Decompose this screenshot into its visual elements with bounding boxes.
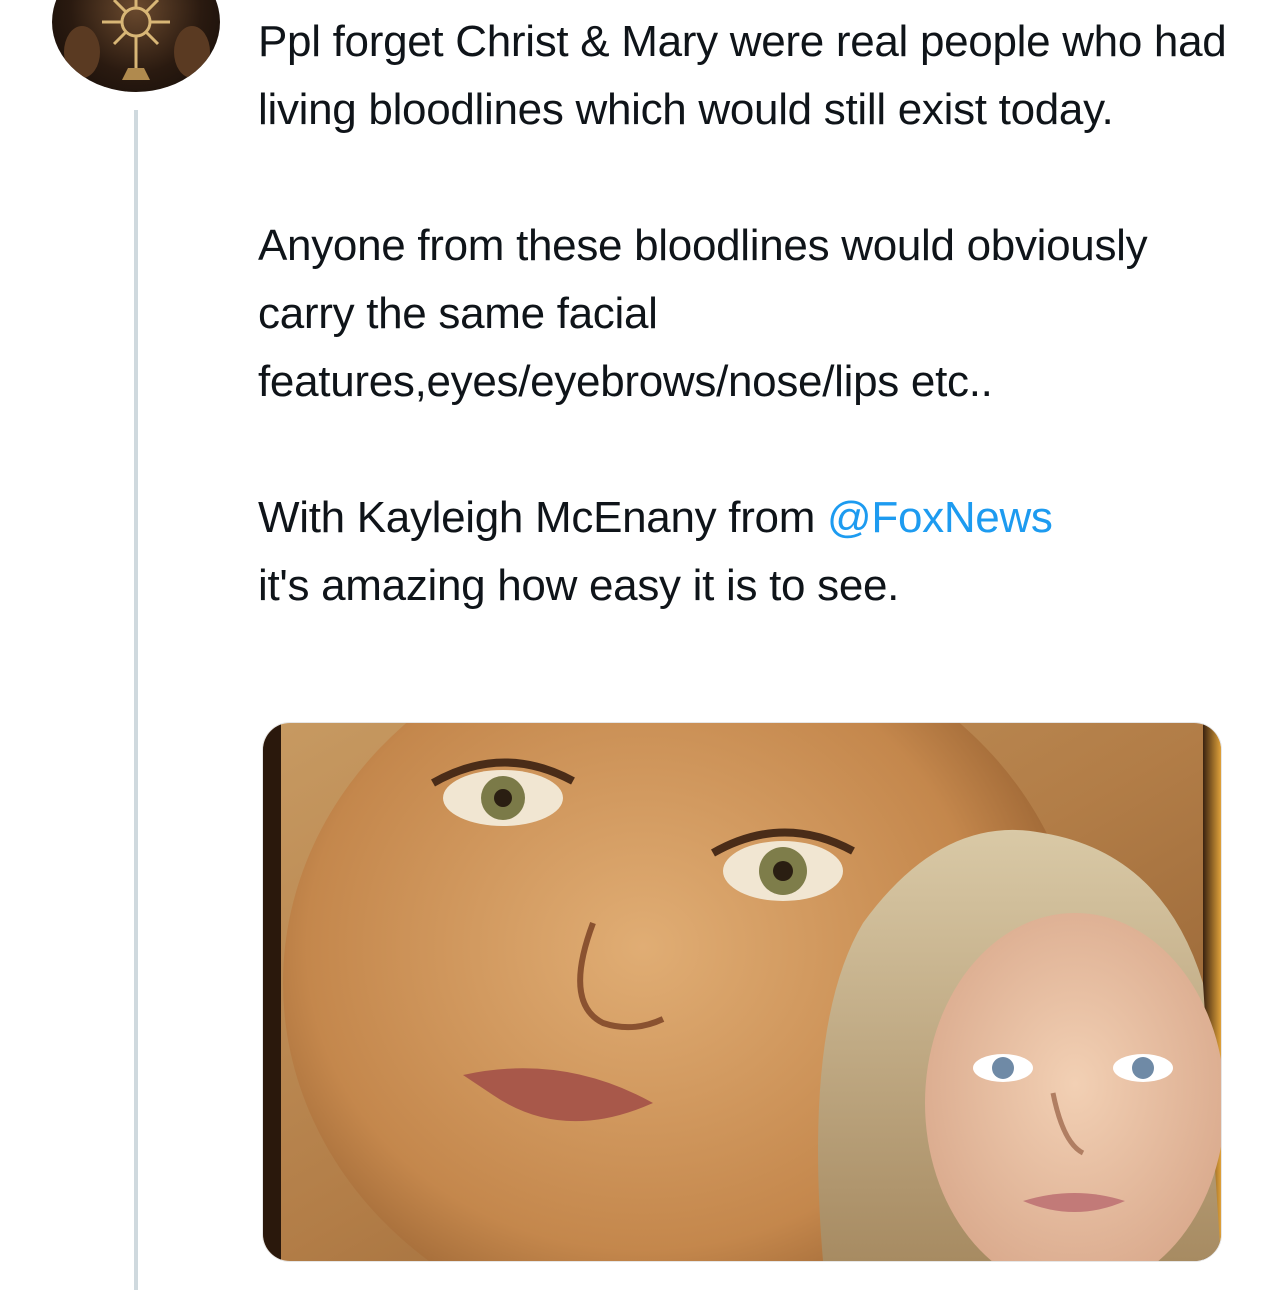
tweet-paragraph-3: With Kayleigh McEnany from @FoxNews it's … — [258, 484, 1238, 620]
tweet-paragraph-3-prefix: With Kayleigh McEnany from — [258, 493, 827, 542]
thread-connector-line — [134, 110, 138, 1290]
tweet-paragraph-1: Ppl forget Christ & Mary were real peopl… — [258, 17, 1227, 134]
monstrance-avatar-icon — [64, 0, 210, 80]
comparison-photo — [263, 723, 1221, 1261]
avatar[interactable] — [52, 0, 220, 92]
tweet-text: Ppl forget Christ & Mary were real peopl… — [258, 8, 1238, 620]
tweet-image[interactable] — [262, 722, 1222, 1262]
tweet-paragraph-3-suffix: it's amazing how easy it is to see. — [258, 561, 900, 610]
mention-link[interactable]: @FoxNews — [827, 493, 1053, 542]
tweet-paragraph-2: Anyone from these bloodlines would obvio… — [258, 221, 1148, 406]
